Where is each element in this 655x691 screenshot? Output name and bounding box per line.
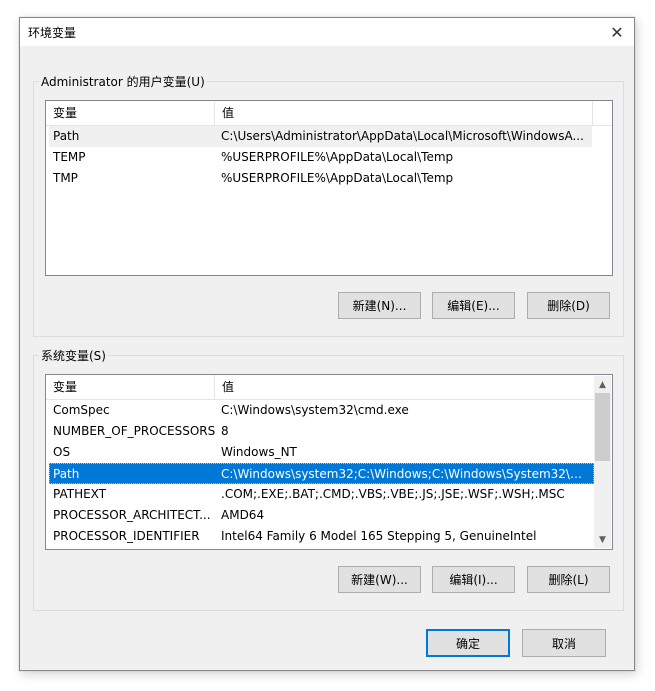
variable-name: PATHEXT bbox=[53, 487, 107, 501]
user-delete-button[interactable]: 删除(D) bbox=[527, 292, 610, 319]
system-edit-button[interactable]: 编辑(I)... bbox=[432, 566, 515, 593]
list-header: 变量 值 bbox=[46, 375, 612, 400]
variable-name: TMP bbox=[53, 171, 78, 185]
variable-name: Path bbox=[53, 467, 80, 481]
table-row[interactable]: Path C:\Users\Administrator\AppData\Loca… bbox=[49, 126, 592, 147]
variable-value: AMD64 bbox=[221, 508, 265, 522]
variable-value: Intel64 Family 6 Model 165 Stepping 5, G… bbox=[221, 529, 537, 543]
system-variables-list[interactable]: 变量 值 ComSpec C:\Windows\system32\cmd.exe… bbox=[45, 374, 613, 550]
system-new-button[interactable]: 新建(W)... bbox=[338, 566, 421, 593]
table-row[interactable]: NUMBER_OF_PROCESSORS 8 bbox=[49, 421, 594, 442]
user-new-button[interactable]: 新建(N)... bbox=[338, 292, 421, 319]
table-row[interactable]: PATHEXT .COM;.EXE;.BAT;.CMD;.VBS;.VBE;.J… bbox=[49, 484, 594, 505]
system-variables-label: 系统变量(S) bbox=[39, 347, 108, 364]
user-variables-label: Administrator 的用户变量(U) bbox=[39, 73, 207, 90]
variable-value: %USERPROFILE%\AppData\Local\Temp bbox=[221, 171, 454, 185]
variable-name: Path bbox=[53, 129, 80, 143]
user-variables-list[interactable]: 变量 值 Path C:\Users\Administrator\AppData… bbox=[45, 100, 613, 276]
table-row[interactable]: OS Windows_NT bbox=[49, 442, 594, 463]
variable-name: TEMP bbox=[53, 150, 86, 164]
variable-value: C:\Users\Administrator\AppData\Local\Mic… bbox=[221, 129, 584, 143]
variable-value: 8 bbox=[221, 424, 229, 438]
user-edit-button[interactable]: 编辑(E)... bbox=[432, 292, 515, 319]
variable-name: PROCESSOR_ARCHITECT... bbox=[53, 508, 211, 522]
column-header-variable[interactable]: 变量 bbox=[46, 375, 214, 399]
list-header: 变量 值 bbox=[46, 101, 612, 126]
close-icon[interactable]: ✕ bbox=[600, 18, 634, 46]
variable-value: Windows_NT bbox=[221, 445, 297, 459]
table-row[interactable]: PROCESSOR_IDENTIFIER Intel64 Family 6 Mo… bbox=[49, 526, 594, 547]
table-row-selected[interactable]: Path C:\Windows\system32;C:\Windows;C:\W… bbox=[49, 463, 594, 484]
table-row[interactable]: TEMP %USERPROFILE%\AppData\Local\Temp bbox=[49, 147, 592, 168]
variable-value: C:\Windows\system32;C:\Windows;C:\Window… bbox=[221, 467, 589, 481]
ok-button[interactable]: 确定 bbox=[426, 629, 510, 657]
up-arrow-icon[interactable]: ▲ bbox=[594, 376, 611, 393]
vertical-scrollbar[interactable]: ▲ ▼ bbox=[594, 376, 611, 548]
variable-name: OS bbox=[53, 445, 71, 459]
table-row[interactable]: TMP %USERPROFILE%\AppData\Local\Temp bbox=[49, 168, 592, 189]
table-row[interactable]: PROCESSOR_ARCHITECT... AMD64 bbox=[49, 505, 594, 526]
column-header-value[interactable]: 值 bbox=[215, 101, 234, 125]
environment-variables-dialog: 环境变量 ✕ Administrator 的用户变量(U) 变量 值 Path … bbox=[19, 17, 635, 671]
variable-name: NUMBER_OF_PROCESSORS bbox=[53, 424, 216, 438]
column-header-variable[interactable]: 变量 bbox=[46, 101, 214, 125]
column-header-value[interactable]: 值 bbox=[215, 375, 234, 399]
variable-name: ComSpec bbox=[53, 403, 110, 417]
down-arrow-icon[interactable]: ▼ bbox=[594, 531, 611, 548]
variable-value: .COM;.EXE;.BAT;.CMD;.VBS;.VBE;.JS;.JSE;.… bbox=[221, 487, 565, 501]
system-delete-button[interactable]: 删除(L) bbox=[527, 566, 610, 593]
scrollbar-thumb[interactable] bbox=[595, 393, 610, 461]
cancel-button[interactable]: 取消 bbox=[522, 629, 606, 657]
title-bar: 环境变量 ✕ bbox=[20, 18, 634, 46]
variable-value: %USERPROFILE%\AppData\Local\Temp bbox=[221, 150, 454, 164]
window-title: 环境变量 bbox=[28, 26, 77, 40]
table-row[interactable]: ComSpec C:\Windows\system32\cmd.exe bbox=[49, 400, 594, 421]
variable-value: C:\Windows\system32\cmd.exe bbox=[221, 403, 409, 417]
variable-name: PROCESSOR_IDENTIFIER bbox=[53, 529, 200, 543]
